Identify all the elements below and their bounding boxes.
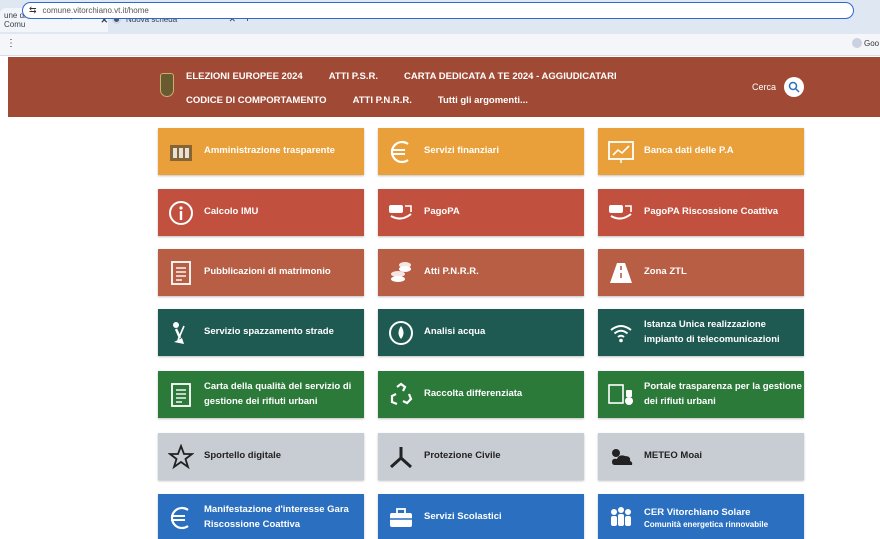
euro-icon [386,137,416,167]
protezione-civile-icon [386,442,416,472]
recycle-icon [386,380,416,410]
service-tile[interactable]: PagoPA Riscossione Coattiva [598,189,804,236]
service-tile-label: Protezione Civile [424,450,501,462]
sweeper-icon [166,318,196,348]
waste-bin-icon [606,380,636,410]
nav-link[interactable]: CARTA DEDICATA A TE 2024 - AGGIUDICATARI [404,71,617,82]
service-tile[interactable]: CER Vitorchiano Solare Comunità energetic… [598,494,804,539]
municipal-crest-icon [160,73,174,97]
nav-link[interactable]: ATTI P.N.R.R. [353,95,412,106]
service-tile[interactable]: Servizio spazzamento strade [158,309,364,356]
service-tile-label: PagoPA [424,206,460,218]
service-tile-label: Istanza Unica realizzazione impianto di … [644,319,780,345]
service-tile[interactable]: Raccolta differenziata [378,371,584,418]
service-tile[interactable]: Amministrazione trasparente [158,128,364,175]
service-tile[interactable]: Pubblicazioni di matrimonio [158,249,364,296]
profile-icon [852,38,862,48]
search-button[interactable] [784,77,805,97]
service-tile-label: Sportello digitale [204,450,282,462]
service-tile-sublabel: Comunità energetica rinnovabile [644,520,769,530]
service-tile-label: Servizio spazzamento strade [204,326,334,338]
service-tile-label: Raccolta differenziata [424,388,523,400]
service-tile-label: Servizi Scolastici [424,511,502,523]
service-tile[interactable]: Servizi Scolastici [378,494,584,539]
service-tile-label: Pubblicazioni di matrimonio [204,266,331,278]
main-nav-row-2: CODICE DI COMPORTAMENTO ATTI P.N.R.R. Tu… [186,95,528,106]
service-tile[interactable]: Portale trasparenza per la gestione dei … [598,371,804,418]
pagopa-icon [386,198,416,228]
coins-icon [386,258,416,288]
weather-icon [606,442,636,472]
service-tile[interactable]: Carta della qualità del servizio di gest… [158,371,364,418]
service-tile[interactable]: Istanza Unica realizzazione impianto di … [598,309,804,356]
service-tile-label: Amministrazione trasparente [204,145,335,157]
address-bar-area [0,34,880,56]
service-tile[interactable]: Manifestazione d'interesse Gara Riscossi… [158,494,364,539]
service-tile[interactable]: Calcolo IMU [158,189,364,236]
service-tile-label: Zona ZTL [644,266,687,278]
nav-link[interactable]: CODICE DI COMPORTAMENTO [186,95,327,106]
chart-board-icon [606,137,636,167]
site-header: ELEZIONI EUROPEE 2024 ATTI P.S.R. CARTA … [8,57,880,117]
service-tile[interactable]: Sportello digitale [158,433,364,480]
service-tile-label: Servizi finanziari [424,145,499,157]
road-icon [606,258,636,288]
service-tile-label: Portale trasparenza per la gestione dei … [644,381,802,407]
service-tile[interactable]: Protezione Civile [378,433,584,480]
profile-button[interactable]: Goo [852,38,879,48]
building-icon [166,137,196,167]
pagopa-icon [606,198,636,228]
search-icon [788,81,800,93]
water-drop-icon [386,318,416,348]
service-tile-label: Calcolo IMU [204,206,259,218]
profile-label: Goo [864,38,880,48]
service-tile-label: Atti P.N.R.R. [424,266,479,278]
service-tile[interactable]: Servizi finanziari [378,128,584,175]
community-icon [606,503,636,533]
service-tile[interactable]: Zona ZTL [598,249,804,296]
service-tile[interactable]: METEO Moai [598,433,804,480]
service-tile-label: Analisi acqua [424,326,486,338]
star-icon [166,442,196,472]
service-tile-label: METEO Moai [644,450,703,462]
address-bar[interactable]: ⇆ comune.vitorchiano.vt.it/home [22,2,854,19]
document-icon [166,380,196,410]
info-icon [166,198,196,228]
service-tile[interactable]: Atti P.N.R.R. [378,249,584,296]
wifi-icon [606,318,636,348]
service-tile-label: CER Vitorchiano Solare [644,506,751,518]
service-tile-label: Banca dati delle P.A [644,145,734,157]
service-tile[interactable]: Banca dati delle P.A [598,128,804,175]
menu-dots-icon[interactable]: ⋮ [6,38,16,49]
service-tile-label: Carta della qualità del servizio di gest… [204,381,352,407]
url-text[interactable]: comune.vitorchiano.vt.it/home [43,6,149,15]
briefcase-icon [386,503,416,533]
service-tile-label: Manifestazione d'interesse Gara Riscossi… [204,504,349,530]
service-tile[interactable]: PagoPA [378,189,584,236]
euro-icon [166,503,196,533]
document-icon [166,258,196,288]
main-nav-row-1: ELEZIONI EUROPEE 2024 ATTI P.S.R. CARTA … [186,71,617,82]
search-label[interactable]: Cerca [752,82,776,92]
search-area[interactable]: Cerca [752,77,805,97]
service-tile-label: PagoPA Riscossione Coattiva [644,206,779,218]
nav-link[interactable]: ATTI P.S.R. [329,71,378,82]
service-tile[interactable]: Analisi acqua [378,309,584,356]
nav-link[interactable]: ELEZIONI EUROPEE 2024 [186,71,303,82]
site-settings-icon[interactable]: ⇆ [29,5,37,16]
nav-link[interactable]: Tutti gli argomenti... [438,95,528,106]
